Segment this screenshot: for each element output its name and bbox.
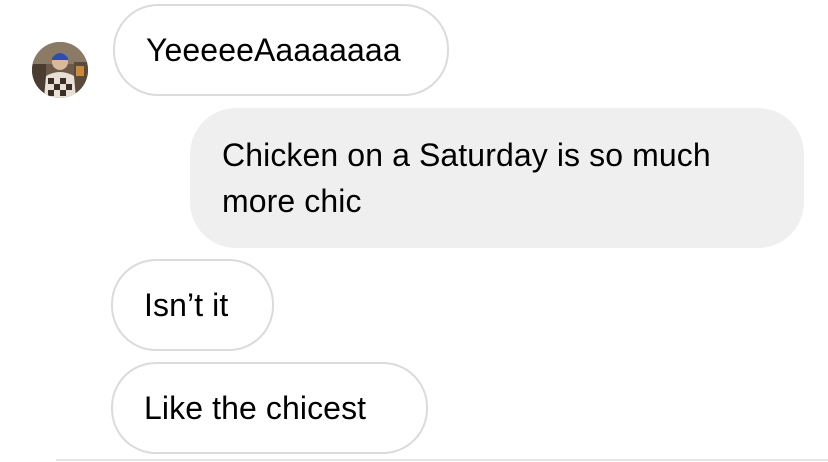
message-bubble-outgoing[interactable]: Chicken on a Saturday is so much more ch… [190, 108, 804, 248]
bottom-divider [56, 459, 828, 461]
message-text: YeeeeeAaaaaaaa [146, 32, 401, 68]
message-text: Isn’t it [144, 287, 229, 323]
message-text: Like the chicest [144, 390, 367, 426]
avatar-photo-icon [32, 42, 88, 98]
message-bubble-incoming[interactable]: YeeeeeAaaaaaaa [113, 4, 449, 96]
message-thread: YeeeeeAaaaaaaa Chicken on a Saturday is … [0, 0, 828, 462]
sender-avatar[interactable] [32, 42, 88, 98]
message-bubble-incoming[interactable]: Like the chicest [111, 362, 428, 454]
message-bubble-incoming[interactable]: Isn’t it [111, 259, 274, 351]
message-text: Chicken on a Saturday is so much more ch… [222, 137, 711, 219]
